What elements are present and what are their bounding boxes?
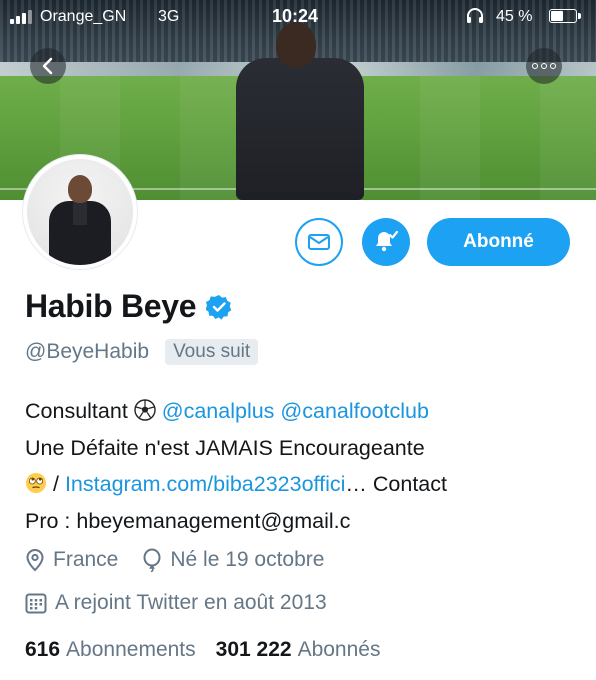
location-item: France	[25, 548, 118, 572]
bio-line-3: / Instagram.com/biba2323offici… Contact	[25, 466, 585, 503]
mention-canalplus[interactable]: @canalplus	[162, 399, 275, 423]
bio-line-2: Une Défaite n'est JAMAIS Encourageante	[25, 435, 425, 460]
joined-text: A rejoint Twitter en août 2013	[55, 591, 327, 614]
mail-icon	[308, 234, 330, 250]
joined-row: A rejoint Twitter en août 2013	[25, 591, 327, 615]
balloon-icon	[143, 548, 161, 572]
more-horizontal-icon	[532, 63, 556, 69]
banner-person	[236, 58, 364, 200]
mention-canalfootclub[interactable]: @canalfootclub	[280, 399, 429, 423]
headphones-icon	[467, 8, 483, 23]
location-pin-icon	[26, 548, 44, 572]
following-label[interactable]: Abonnements	[66, 638, 196, 662]
battery-percentage: 45 %	[496, 8, 533, 25]
profile-name-row: Habib Beye	[25, 288, 232, 325]
location-text: France	[53, 548, 119, 571]
birthday-text: Né le 19 octobre	[170, 548, 325, 571]
following-button[interactable]: Abonné	[427, 218, 570, 266]
profile-name: Habib Beye	[25, 288, 197, 324]
followers-count[interactable]: 301 222	[216, 638, 292, 662]
status-time: 10:24	[272, 6, 319, 26]
following-count[interactable]: 616	[25, 638, 60, 662]
followers-label[interactable]: Abonnés	[298, 638, 381, 662]
avatar-photo	[27, 159, 133, 265]
soccer-ball-icon	[134, 399, 156, 421]
profile-meta-row: France Né le 19 octobre	[25, 548, 348, 572]
handle-row: @BeyeHabib Vous suit	[25, 339, 259, 365]
profile-bio: Consultant @canalplus @canalfootclub Une…	[25, 393, 585, 539]
status-bar: Orange_GN 3G 10:24 45 %	[0, 0, 596, 34]
birthday-item: Né le 19 octobre	[142, 548, 324, 572]
chevron-left-icon	[42, 57, 53, 75]
avatar[interactable]	[23, 155, 137, 269]
bio-link-instagram[interactable]: Instagram.com/biba2323offici	[65, 472, 345, 496]
bell-check-icon	[376, 230, 399, 252]
bio-line-4: Pro : hbeyemanagement@gmail.c	[25, 508, 351, 533]
signal-strength-icon	[10, 10, 34, 24]
carrier-name: Orange_GN	[40, 8, 127, 25]
more-options-button[interactable]	[526, 48, 562, 84]
profile-handle: @BeyeHabib	[25, 340, 150, 363]
back-button[interactable]	[30, 48, 66, 84]
network-type: 3G	[158, 8, 180, 25]
battery-level	[551, 11, 563, 21]
follow-stats: 616 Abonnements 301 222 Abonnés	[25, 638, 394, 662]
battery-icon	[549, 9, 581, 23]
eye-roll-emoji-icon	[26, 473, 46, 493]
follows-you-badge: Vous suit	[165, 339, 259, 365]
notifications-button[interactable]	[362, 218, 410, 266]
calendar-icon	[25, 593, 47, 614]
verified-badge-icon	[206, 294, 232, 320]
bio-line-1: Consultant @canalplus @canalfootclub	[25, 399, 429, 423]
message-button[interactable]	[295, 218, 343, 266]
